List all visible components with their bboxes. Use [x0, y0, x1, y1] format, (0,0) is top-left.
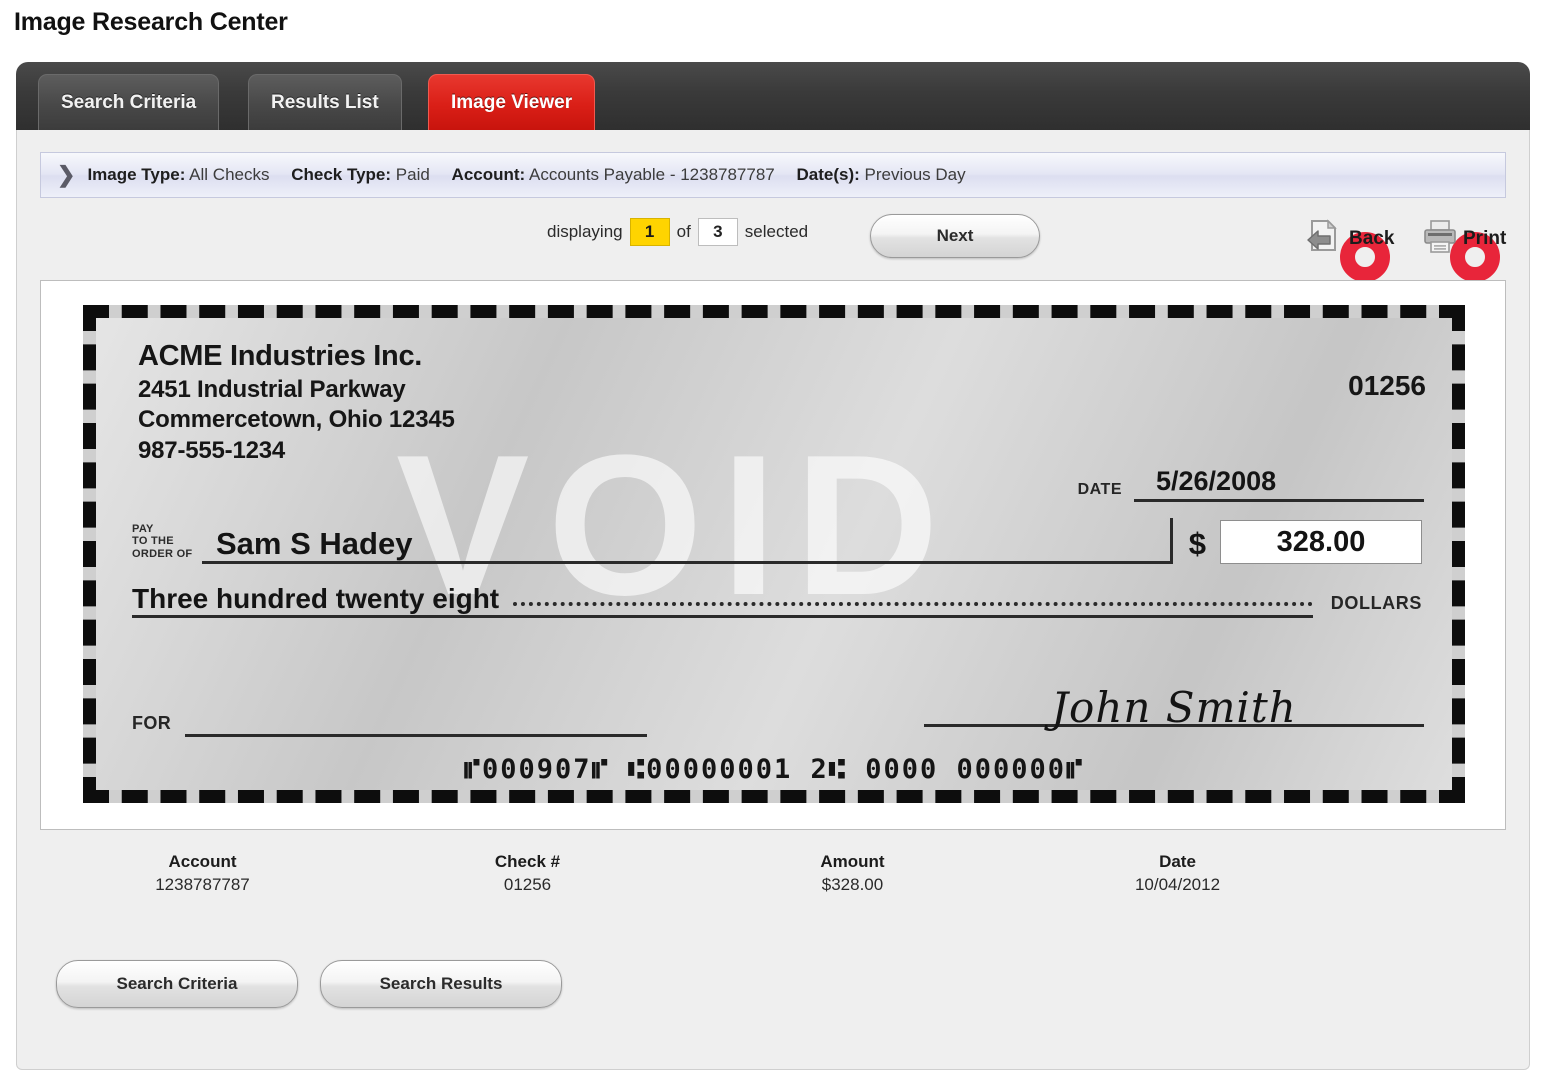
back-page-arrow-icon	[1306, 218, 1344, 259]
amount-words-line: Three hundred twenty eight	[132, 573, 1313, 618]
paging-indicator: displaying 1 of 3 selected	[540, 218, 815, 246]
current-index-field[interactable]: 1	[630, 218, 670, 246]
payer-address-line-1: 2451 Industrial Parkway	[138, 375, 455, 405]
criteria-summary-text: Image Type: All Checks Check Type: Paid …	[87, 165, 982, 185]
memo-label: FOR	[132, 713, 171, 737]
next-button-label: Next	[937, 226, 974, 246]
back-button[interactable]: Back	[1306, 218, 1394, 259]
page-title: Image Research Center	[14, 8, 288, 37]
micr-line: ⑈000907⑈ ⑆00000001 2⑆ 0000 000000⑈	[96, 754, 1452, 785]
metadata-account-header: Account	[40, 852, 365, 872]
metadata-amount-header: Amount	[690, 852, 1015, 872]
amount-words: Three hundred twenty eight	[132, 584, 499, 615]
tab-search-criteria[interactable]: Search Criteria	[38, 74, 219, 130]
dollars-label: DOLLARS	[1331, 593, 1422, 618]
app-window: Search Criteria Results List Image Viewe…	[16, 62, 1530, 1070]
signature-row: John Smith	[924, 686, 1424, 727]
tab-search-criteria-label: Search Criteria	[61, 92, 196, 114]
check-number: 01256	[1348, 370, 1426, 402]
of-label: of	[677, 222, 691, 242]
metadata-account-value: 1238787787	[40, 875, 365, 895]
criteria-account-label: Account:	[452, 165, 526, 184]
memo-line	[185, 708, 647, 737]
image-nav-row: displaying 1 of 3 selected Next Back	[40, 214, 1506, 262]
criteria-check-type-value: Paid	[396, 165, 430, 184]
amount-words-row: Three hundred twenty eight DOLLARS	[132, 573, 1422, 618]
search-results-button[interactable]: Search Results	[320, 960, 562, 1008]
print-button[interactable]: Print	[1422, 218, 1506, 259]
amount-dot-leader	[513, 601, 1313, 606]
payee-name: Sam S Hadey	[216, 527, 412, 561]
total-count-field[interactable]: 3	[698, 218, 738, 246]
metadata-check-number-header: Check #	[365, 852, 690, 872]
check-date-value: 5/26/2008	[1134, 466, 1424, 502]
back-button-label: Back	[1349, 228, 1394, 250]
criteria-image-type-value: All Checks	[189, 165, 269, 184]
search-criteria-button[interactable]: Search Criteria	[56, 960, 298, 1008]
tab-image-viewer-label: Image Viewer	[451, 92, 572, 114]
print-button-label: Print	[1463, 228, 1506, 250]
dollar-symbol: $	[1189, 526, 1206, 564]
metadata-account: Account 1238787787	[40, 852, 365, 895]
footer-button-group: Search Criteria Search Results	[56, 960, 562, 1008]
metadata-check-number: Check # 01256	[365, 852, 690, 895]
metadata-check-number-value: 01256	[365, 875, 690, 895]
metadata-date: Date 10/04/2012	[1015, 852, 1340, 895]
criteria-dates-label: Date(s):	[797, 165, 860, 184]
check-metadata-row: Account 1238787787 Check # 01256 Amount …	[40, 852, 1340, 895]
selected-label: selected	[745, 222, 808, 242]
next-button[interactable]: Next	[870, 214, 1040, 258]
displaying-label: displaying	[547, 222, 623, 242]
chevron-right-icon[interactable]: ❯	[57, 164, 75, 186]
check-face: VOID ACME Industries Inc. 2451 Industria…	[96, 318, 1452, 790]
criteria-account-value: Accounts Payable - 1238787787	[529, 165, 775, 184]
printer-icon	[1422, 218, 1458, 259]
check-date-row: DATE 5/26/2008	[1078, 466, 1424, 502]
tab-bar: Search Criteria Results List Image Viewe…	[16, 62, 1530, 130]
memo-row: FOR	[132, 708, 647, 737]
search-criteria-button-label: Search Criteria	[117, 974, 238, 994]
search-results-button-label: Search Results	[380, 974, 503, 994]
criteria-image-type-label: Image Type:	[87, 165, 185, 184]
check-date-label: DATE	[1078, 481, 1122, 502]
search-criteria-summary-bar[interactable]: ❯ Image Type: All Checks Check Type: Pai…	[40, 152, 1506, 198]
amount-numeric-box: 328.00	[1220, 520, 1422, 564]
pay-to-order-row: PAYTO THEORDER OF Sam S Hadey $ 328.00	[132, 518, 1422, 564]
payer-phone: 987-555-1234	[138, 436, 455, 466]
tab-results-list[interactable]: Results List	[248, 74, 402, 130]
metadata-amount: Amount $328.00	[690, 852, 1015, 895]
payer-address-line-2: Commercetown, Ohio 12345	[138, 405, 455, 435]
criteria-dates-value: Previous Day	[865, 165, 966, 184]
metadata-date-value: 10/04/2012	[1015, 875, 1340, 895]
metadata-date-header: Date	[1015, 852, 1340, 872]
payee-line: Sam S Hadey	[202, 518, 1173, 564]
pay-to-order-label: PAYTO THEORDER OF	[132, 523, 202, 564]
tab-image-viewer[interactable]: Image Viewer	[428, 74, 595, 130]
payer-block: ACME Industries Inc. 2451 Industrial Par…	[138, 338, 455, 466]
criteria-check-type-label: Check Type:	[291, 165, 391, 184]
tab-results-list-label: Results List	[271, 92, 379, 114]
check-image-viewer[interactable]: VOID ACME Industries Inc. 2451 Industria…	[40, 280, 1506, 830]
metadata-amount-value: $328.00	[690, 875, 1015, 895]
payer-name: ACME Industries Inc.	[138, 338, 455, 375]
